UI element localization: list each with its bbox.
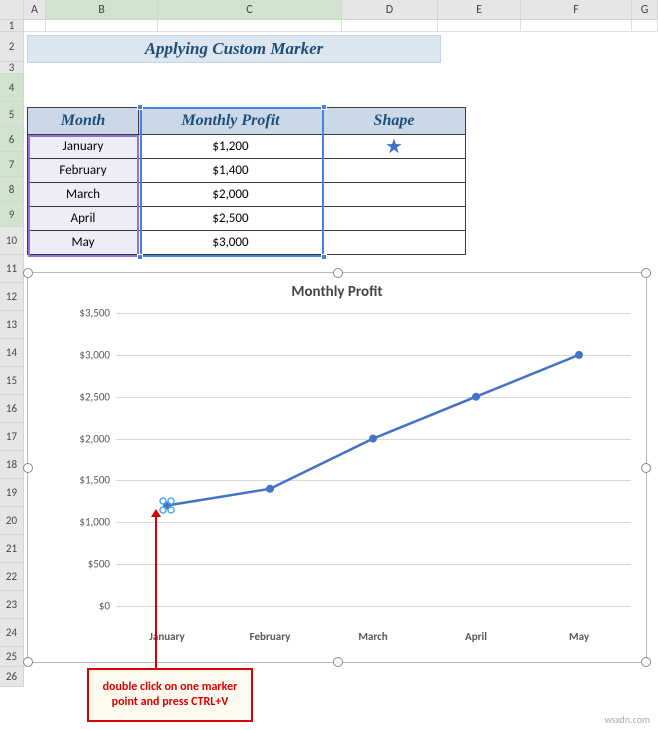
row-header-8[interactable]: 8 — [0, 177, 24, 202]
chart-resize-handle[interactable] — [333, 657, 343, 667]
marker-point[interactable] — [369, 435, 377, 443]
row-header-6[interactable]: 6 — [0, 127, 24, 152]
row-header-7[interactable]: 7 — [0, 152, 24, 177]
ytick-label: $1,000 — [66, 516, 110, 529]
row-header-17[interactable]: 17 — [0, 423, 24, 451]
table-row: February $1,400 — [28, 159, 466, 183]
watermark: wsxdn.com — [605, 713, 650, 726]
column-headers: A B C D E F G — [0, 0, 658, 20]
col-header-C[interactable]: C — [158, 0, 342, 20]
cell-month[interactable]: May — [28, 231, 139, 255]
cell-shape[interactable] — [323, 183, 466, 207]
row-header-9[interactable]: 9 — [0, 202, 24, 227]
row-header-10[interactable]: 10 — [0, 227, 24, 255]
ytick-label: $2,500 — [66, 391, 110, 404]
cell-month[interactable]: February — [28, 159, 139, 183]
xtick-label: March — [358, 630, 387, 643]
row-header-19[interactable]: 19 — [0, 479, 24, 507]
series-line[interactable] — [167, 355, 579, 506]
row-header-18[interactable]: 18 — [0, 451, 24, 479]
row-header-21[interactable]: 21 — [0, 535, 24, 563]
row-header-15[interactable]: 15 — [0, 367, 24, 395]
table-row: March $2,000 — [28, 183, 466, 207]
col-header-D[interactable]: D — [342, 0, 438, 20]
xtick-label: April — [465, 630, 487, 643]
row-header-11[interactable]: 11 — [0, 255, 24, 283]
cell-profit[interactable]: $1,400 — [139, 159, 323, 183]
row-header-22[interactable]: 22 — [0, 563, 24, 591]
table-row: May $3,000 — [28, 231, 466, 255]
annotation-callout: double click on one marker point and pre… — [87, 668, 253, 722]
ytick-label: $3,000 — [66, 349, 110, 362]
row-header-24[interactable]: 24 — [0, 619, 24, 647]
cell-shape[interactable] — [323, 231, 466, 255]
row-header-12[interactable]: 12 — [0, 283, 24, 311]
ytick-label: $0 — [66, 600, 110, 613]
table-row: January $1,200 ★ — [28, 135, 466, 159]
row-header-3[interactable]: 3 — [0, 62, 24, 74]
chart-resize-handle[interactable] — [333, 268, 343, 278]
star-icon[interactable]: ★ — [385, 135, 403, 159]
chart-resize-handle[interactable] — [641, 657, 651, 667]
col-header-F[interactable]: F — [521, 0, 632, 20]
cell-shape[interactable] — [323, 207, 466, 231]
ytick-label: $1,500 — [66, 474, 110, 487]
cell-month[interactable]: April — [28, 207, 139, 231]
col-header-E[interactable]: E — [438, 0, 521, 20]
header-profit[interactable]: Monthly Profit — [139, 108, 323, 135]
cell-shape[interactable]: ★ — [323, 135, 466, 159]
row-header-25[interactable]: 25 — [0, 647, 24, 667]
cell-month[interactable]: January — [28, 135, 139, 159]
line-series[interactable] — [116, 313, 631, 606]
col-header-B[interactable]: B — [46, 0, 158, 20]
ytick-label: $3,500 — [66, 307, 110, 320]
row-header-4[interactable]: 4 — [0, 74, 24, 102]
header-month[interactable]: Month — [28, 108, 139, 135]
chart-resize-handle[interactable] — [23, 268, 33, 278]
row-header-26[interactable]: 26 — [0, 667, 24, 687]
ytick-label: $2,000 — [66, 433, 110, 446]
ytick-label: $500 — [66, 558, 110, 571]
row-header-23[interactable]: 23 — [0, 591, 24, 619]
chart-resize-handle[interactable] — [641, 463, 651, 473]
chart-object[interactable]: Monthly Profit $0 $500 $1,000 $1,500 $2,… — [27, 272, 647, 663]
col-header-G[interactable]: G — [632, 0, 658, 20]
annotation-arrow — [155, 515, 157, 668]
spreadsheet: A B C D E F G 1 2 3 4 5 6 7 8 9 10 11 12… — [0, 0, 658, 730]
xtick-label: February — [250, 630, 291, 643]
row-header-2[interactable]: 2 — [0, 32, 24, 62]
row-header-20[interactable]: 20 — [0, 507, 24, 535]
select-all-corner[interactable] — [0, 0, 24, 20]
chart-resize-handle[interactable] — [23, 463, 33, 473]
xtick-label: May — [569, 630, 589, 643]
cell-profit[interactable]: $1,200 — [139, 135, 323, 159]
page-title: Applying Custom Marker — [27, 35, 441, 63]
cell-profit[interactable]: $3,000 — [139, 231, 323, 255]
chart-resize-handle[interactable] — [23, 657, 33, 667]
plot-area[interactable]: $0 $500 $1,000 $1,500 $2,000 $2,500 $3,0… — [76, 313, 631, 623]
row-headers: 1 2 3 4 5 6 7 8 9 10 11 12 13 14 15 16 1… — [0, 20, 24, 730]
row-header-14[interactable]: 14 — [0, 339, 24, 367]
marker-point[interactable] — [266, 485, 274, 493]
cell-profit[interactable]: $2,500 — [139, 207, 323, 231]
cell-month[interactable]: March — [28, 183, 139, 207]
marker-point[interactable] — [472, 393, 480, 401]
data-table: Month Monthly Profit Shape January $1,20… — [27, 107, 466, 255]
row-header-1[interactable]: 1 — [0, 20, 24, 32]
col-header-A[interactable]: A — [24, 0, 46, 20]
row-header-13[interactable]: 13 — [0, 311, 24, 339]
gridline — [116, 606, 631, 607]
table-row: April $2,500 — [28, 207, 466, 231]
marker-point[interactable] — [575, 351, 583, 359]
row-header-5[interactable]: 5 — [0, 102, 24, 127]
cell-profit[interactable]: $2,000 — [139, 183, 323, 207]
header-shape[interactable]: Shape — [323, 108, 466, 135]
chart-resize-handle[interactable] — [641, 268, 651, 278]
cell-shape[interactable] — [323, 159, 466, 183]
row-header-16[interactable]: 16 — [0, 395, 24, 423]
